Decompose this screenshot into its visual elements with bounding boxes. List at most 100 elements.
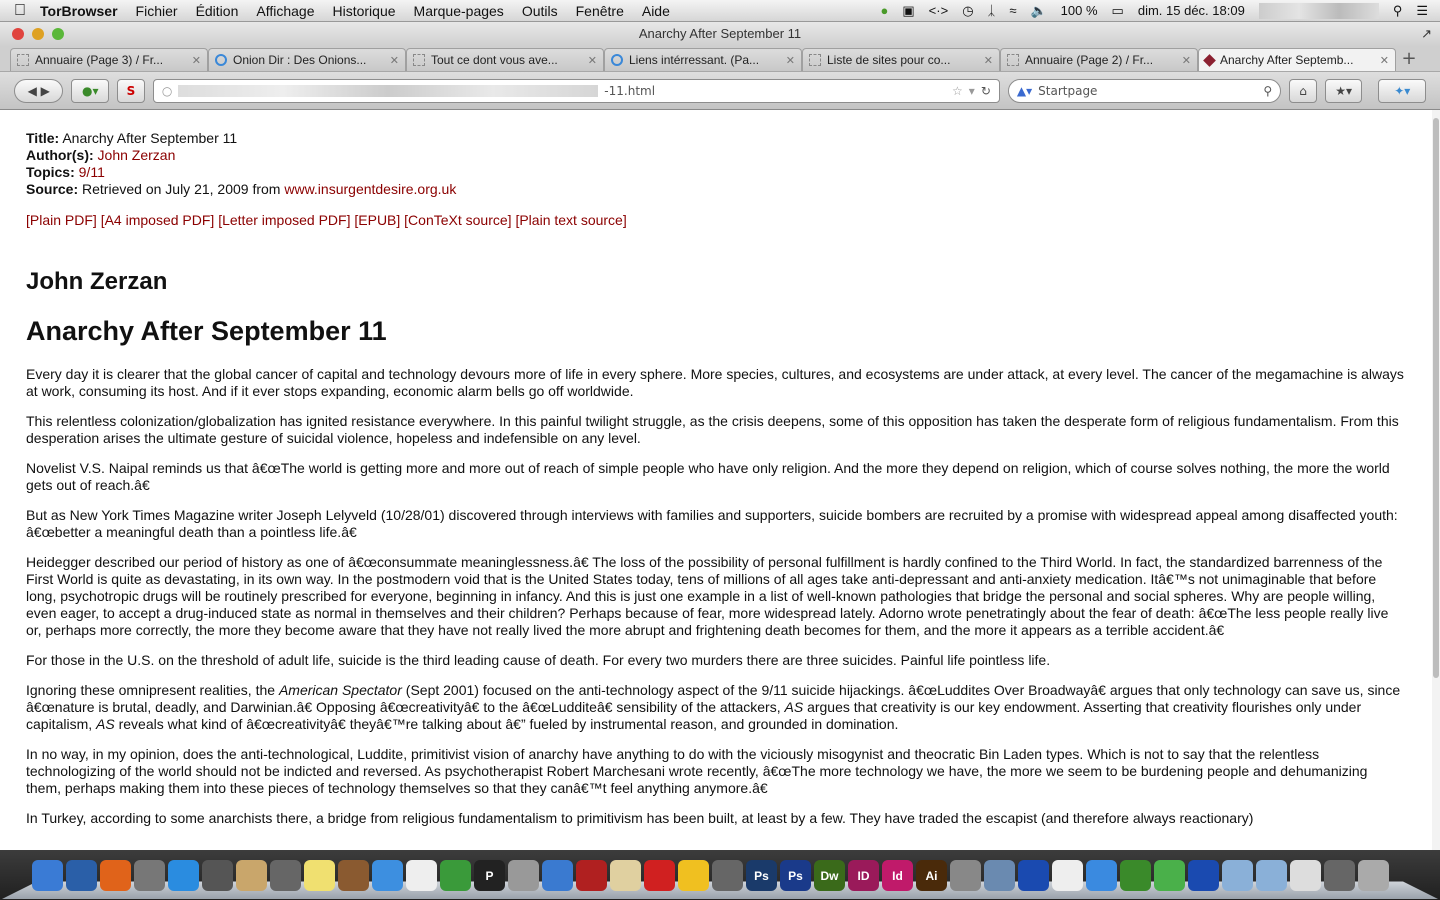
apple-icon[interactable]:  — [0, 2, 40, 20]
dock-photoshop-2-icon[interactable]: Ps — [780, 860, 811, 891]
tab[interactable]: Tout ce dont vous ave... ✕ — [406, 48, 604, 71]
menu-outils[interactable]: Outils — [522, 3, 558, 19]
dock-itunes-icon[interactable] — [542, 860, 573, 891]
dock-app-blue-icon[interactable] — [1018, 860, 1049, 891]
tor-button[interactable]: ●▾ — [71, 78, 110, 103]
tab[interactable]: Liens intérressant. (Pa... ✕ — [604, 48, 802, 71]
dock-indesign-icon[interactable]: ID — [848, 860, 879, 891]
dock-app-blue-2-icon[interactable] — [1188, 860, 1219, 891]
dock-preview-icon[interactable] — [508, 860, 539, 891]
zoom-window-button[interactable] — [52, 28, 64, 40]
close-tab-icon[interactable]: ✕ — [390, 54, 399, 67]
close-tab-icon[interactable]: ✕ — [1182, 54, 1191, 67]
clock[interactable]: dim. 15 déc. 18:09 — [1138, 3, 1245, 18]
fullscreen-icon[interactable]: ↗ — [1421, 22, 1432, 46]
volume-icon[interactable]: 🔈 — [1030, 3, 1046, 19]
memory-icon[interactable]: ▣ — [902, 3, 914, 19]
dock-textedit-icon[interactable] — [610, 860, 641, 891]
epub-link[interactable]: [EPUB] — [354, 212, 400, 228]
dock-indesign-2-icon[interactable]: Id — [882, 860, 913, 891]
dock-illustrator-icon[interactable]: Ai — [916, 860, 947, 891]
dock-photoshop-icon[interactable]: Ps — [746, 860, 777, 891]
tab[interactable]: Annuaire (Page 3) / Fr... ✕ — [10, 48, 208, 71]
close-window-button[interactable] — [12, 28, 24, 40]
dock-safari-icon[interactable] — [1086, 860, 1117, 891]
dock-calendar-icon[interactable] — [406, 860, 437, 891]
dock-dropbox-icon[interactable] — [372, 860, 403, 891]
menu-edition[interactable]: Édition — [196, 3, 239, 19]
close-tab-icon[interactable]: ✕ — [1380, 54, 1389, 67]
dock-firefox-icon[interactable] — [100, 860, 131, 891]
search-engine-icon[interactable]: ▲▾ — [1017, 84, 1032, 98]
wifi-icon[interactable]: ≈ — [1009, 3, 1016, 18]
source-link[interactable]: www.insurgentdesire.org.uk — [284, 181, 456, 197]
scrollbar-thumb[interactable] — [1433, 118, 1439, 678]
dock-cyberduck-icon[interactable] — [678, 860, 709, 891]
close-tab-icon[interactable]: ✕ — [588, 54, 597, 67]
noscript-button[interactable]: S — [117, 78, 145, 103]
bluetooth-icon[interactable]: ᛣ — [988, 3, 996, 18]
history-dropdown-icon[interactable]: ▾ — [969, 84, 975, 98]
a4-pdf-link[interactable]: [A4 imposed PDF] — [101, 212, 215, 228]
dock-stickies-icon[interactable] — [304, 860, 335, 891]
dock-tor-icon[interactable] — [1120, 860, 1151, 891]
dock-finder-icon[interactable] — [32, 860, 63, 891]
dock-launchpad-icon[interactable] — [134, 860, 165, 891]
dock-window-icon[interactable] — [1324, 860, 1355, 891]
close-tab-icon[interactable]: ✕ — [786, 54, 795, 67]
new-tab-button[interactable]: + — [1396, 48, 1422, 71]
search-icon[interactable]: ⚲ — [1263, 84, 1272, 98]
search-bar[interactable]: ▲▾ Startpage ⚲ — [1007, 78, 1282, 103]
menu-historique[interactable]: Historique — [333, 3, 396, 19]
dock-contacts-icon[interactable] — [236, 860, 267, 891]
close-tab-icon[interactable]: ✕ — [192, 54, 201, 67]
reload-icon[interactable]: ↻ — [981, 84, 991, 98]
dock-keynote-icon[interactable] — [338, 860, 369, 891]
tab[interactable]: Annuaire (Page 2) / Fr... ✕ — [1000, 48, 1198, 71]
bookmarks-button[interactable]: ★▾ — [1324, 78, 1363, 103]
dock-folder-icon[interactable] — [1222, 860, 1253, 891]
dock-screenshot-icon[interactable] — [1290, 860, 1321, 891]
tab[interactable]: Liste de sites pour co... ✕ — [802, 48, 1000, 71]
user-name-redacted[interactable] — [1258, 2, 1379, 19]
tor-onion-icon[interactable]: ● — [881, 3, 889, 18]
battery-status[interactable]: 100 % — [1061, 3, 1098, 18]
scrollbar[interactable] — [1432, 110, 1440, 850]
tab[interactable]: Onion Dir : Des Onions... ✕ — [208, 48, 406, 71]
dock-preview-2-icon[interactable] — [984, 860, 1015, 891]
plain-text-link[interactable]: [Plain text source] — [515, 212, 626, 228]
addon-button[interactable]: ✦▾ — [1378, 78, 1426, 103]
dock-star-app-icon[interactable] — [644, 860, 675, 891]
bookmark-star-icon[interactable]: ☆ — [952, 84, 963, 98]
menu-fenetre[interactable]: Fenêtre — [576, 3, 624, 19]
dock-unknown-2-icon[interactable] — [712, 860, 743, 891]
code-icon[interactable]: <·> — [929, 3, 949, 18]
dock-dreamweaver-icon[interactable]: Dw — [814, 860, 845, 891]
dock-numbers-icon[interactable] — [440, 860, 471, 891]
url-bar[interactable]: ○ -11.html ☆ ▾ ↻ — [152, 78, 1000, 103]
dock-trash-icon[interactable] — [1358, 860, 1389, 891]
menu-fichier[interactable]: Fichier — [136, 3, 178, 19]
dock-globe-icon[interactable] — [1154, 860, 1185, 891]
dock-unknown-icon[interactable] — [270, 860, 301, 891]
dock-image-capture-icon[interactable] — [202, 860, 233, 891]
letter-pdf-link[interactable]: [Letter imposed PDF] — [218, 212, 350, 228]
menu-app[interactable]: TorBrowser — [40, 3, 118, 19]
dock-folder-2-icon[interactable] — [1256, 860, 1287, 891]
tab[interactable]: Anarchy After Septemb... ✕ — [1198, 48, 1396, 71]
dock-document-icon[interactable] — [1052, 860, 1083, 891]
dock-photo-booth-icon[interactable] — [576, 860, 607, 891]
back-forward-button[interactable]: ◀ ▶ — [14, 78, 64, 103]
menu-aide[interactable]: Aide — [642, 3, 670, 19]
close-tab-icon[interactable]: ✕ — [984, 54, 993, 67]
home-button[interactable]: ⌂ — [1289, 78, 1317, 103]
plain-pdf-link[interactable]: [Plain PDF] — [26, 212, 97, 228]
time-machine-icon[interactable]: ◷ — [962, 3, 973, 19]
topic-link[interactable]: 9/11 — [79, 164, 105, 180]
dock-p-app-icon[interactable]: P — [474, 860, 505, 891]
minimize-window-button[interactable] — [32, 28, 44, 40]
menu-affichage[interactable]: Affichage — [256, 3, 314, 19]
menu-marque-pages[interactable]: Marque-pages — [414, 3, 504, 19]
dock-thunderbird-icon[interactable] — [66, 860, 97, 891]
context-source-link[interactable]: [ConTeXt source] — [404, 212, 511, 228]
